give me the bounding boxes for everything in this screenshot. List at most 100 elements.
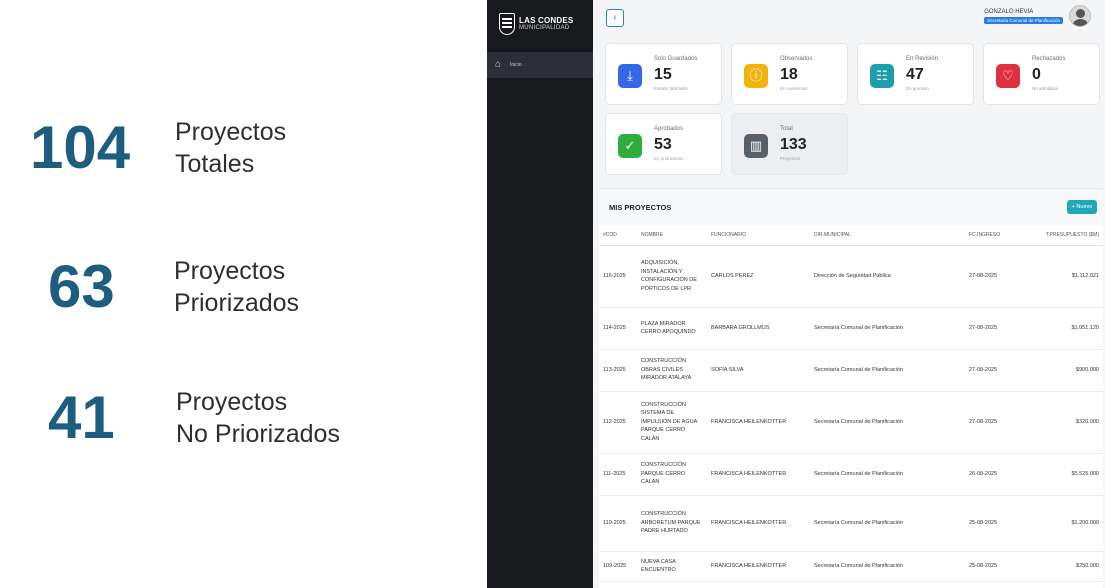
card-solo-guardados[interactable]: ⤓ Solo Guardados 15 Estado: Borrador (605, 43, 722, 105)
main-content: ‹ GONZALO HEVIA Secretaría Comunal de Pl… (593, 0, 1105, 588)
table-cell: FRANCISCA HEILENKOTTER (707, 581, 810, 588)
table-cell: Secretaría Comunal de Planificación (810, 349, 965, 392)
table-cell: Secretaría Comunal de Planificación (810, 453, 965, 496)
table-cell: 111-2025 (599, 453, 637, 496)
stat-label-line1: Proyectos (176, 387, 288, 416)
column-header[interactable]: FUNCIONARIO (707, 225, 810, 246)
bar-chart-icon: ▥ (744, 134, 768, 158)
stat-total: 104 Proyectos Totales (30, 113, 286, 182)
home-icon: ⌂ (495, 59, 502, 70)
table-row[interactable]: 111-2025 CONSTRUCCIÓN PARQUE CERRO CALÁN F… (599, 453, 1103, 496)
card-value: 15 (654, 66, 672, 83)
card-aprobados[interactable]: ✓ Aprobados 53 En priorización (605, 113, 722, 175)
logo[interactable]: LAS CONDES MUNICIPALIDAD (499, 13, 573, 35)
table-cell: $5.525.000 (1012, 453, 1103, 496)
logo-title: LAS CONDES (519, 16, 574, 25)
app-window: LAS CONDES MUNICIPALIDAD ⌂ Inicio ‹ GONZ… (487, 0, 1105, 588)
table-row[interactable]: 108-2025NUEVA CASAFRANCISCA HEILENKOTTER… (599, 581, 1103, 588)
table-cell: FRANCISCA HEILENKOTTER (707, 551, 810, 582)
table-cell: CONSTRUCCIÓN PARQUE CERRO CALÁN (637, 453, 707, 496)
table-cell: 116-2025 (599, 245, 637, 308)
table-row[interactable]: 114-2025 PLAZA MIRADOR CERRO APOQUINDO BAR… (599, 307, 1103, 350)
card-label: Aprobados (654, 126, 684, 132)
table-cell: 110-2025 (599, 495, 637, 552)
table-cell: Secretaría Comunal de Planificación (810, 581, 965, 588)
table-cell: Dirección de Seguridad Pública (810, 245, 965, 308)
table-header-row: #COD NOMBRE FUNCIONARIO DIR.MUNICIPAL FC… (599, 225, 1103, 246)
table-cell: $1.200.000 (1012, 495, 1103, 552)
table-cell: 27-08-2025 (965, 391, 1012, 454)
table-cell: ADQUISICIÓN, INSTALACIÓN Y CONFIGURACIÓN… (637, 245, 707, 308)
card-total[interactable]: ▥ Total 133 Proyectos (731, 113, 848, 175)
table-row[interactable]: 110-2025 CONSTRUCCIÓN ARBORETUM PARQUE PA… (599, 495, 1103, 552)
card-sub: En priorización (654, 156, 684, 161)
card-label: En Revisión (906, 56, 939, 62)
card-label: Rechazados (1032, 56, 1066, 62)
user-role-badge: Secretaría Comunal de Planificación (984, 16, 1063, 24)
new-project-button[interactable]: + Nuevo (1067, 200, 1097, 214)
table-cell: 27-08-2025 (965, 307, 1012, 350)
stat-total-label: Proyectos Totales (175, 116, 286, 180)
table-row[interactable]: 109-2025 NUEVA CASA ENCUENTRO FRANCISCA HE… (599, 551, 1103, 582)
table-row[interactable]: 113-2025 CONSTRUCCIÓN OBRAS CIVILES MIRAD… (599, 349, 1103, 392)
user-name: GONZALO HEVIA (984, 8, 1034, 15)
stat-total-value: 104 (30, 114, 131, 181)
card-sub: No admitidos (1032, 86, 1059, 91)
back-button[interactable]: ‹ (606, 9, 624, 27)
table-cell: 113-2025 (599, 349, 637, 392)
stat-not-prioritized-label: Proyectos No Priorizados (176, 386, 340, 450)
table-cell: Secretaría Comunal de Planificación (810, 495, 965, 552)
stat-not-prioritized: 41 Proyectos No Priorizados (48, 383, 340, 452)
reject-icon: ♡ (996, 64, 1020, 88)
card-observados[interactable]: ⓘ Observados 18 En corrección (731, 43, 848, 105)
card-sub: Estado: Borrador (654, 86, 689, 91)
stat-label-line2: Priorizados (174, 288, 300, 317)
card-en-revision[interactable]: ☷ En Revisión 47 En proceso (857, 43, 974, 105)
column-header[interactable]: #COD (599, 225, 637, 246)
column-header[interactable]: T.PRESUPUESTO ($M) (1012, 225, 1103, 246)
thumbs-up-icon: ✓ (618, 134, 642, 158)
stat-prioritized-value: 63 (48, 253, 115, 320)
table-cell: SOFÍA SILVA (707, 349, 810, 392)
table-cell: 25-08-2025 (965, 551, 1012, 582)
table-cell: FRANCISCA HEILENKOTTER (707, 495, 810, 552)
table-cell: FRANCISCA HEILENKOTTER (707, 453, 810, 496)
table-cell: PLAZA MIRADOR CERRO APOQUINDO (637, 307, 707, 350)
projects-header: MIS PROYECTOS + Nuevo (599, 189, 1103, 225)
card-value: 18 (780, 66, 798, 83)
projects-title: MIS PROYECTOS (609, 203, 672, 212)
card-rechazados[interactable]: ♡ Rechazados 0 No admitidos (983, 43, 1100, 105)
card-value: 133 (780, 136, 807, 153)
stat-label-line1: Proyectos (175, 117, 287, 146)
table-cell: CONSTRUCCIÓN ARBORETUM PARQUE PADRE HURT… (637, 495, 707, 552)
column-header[interactable]: NOMBRE (637, 225, 707, 246)
stat-label-line1: Proyectos (174, 256, 286, 285)
table-cell: $1.051.120 (1012, 307, 1103, 350)
user-menu[interactable]: GONZALO HEVIA Secretaría Comunal de Plan… (984, 5, 1091, 27)
table-cell: 109-2025 (599, 551, 637, 582)
card-label: Total (780, 126, 793, 132)
table-cell: 25-08-2025 (965, 495, 1012, 552)
card-sub: En corrección (780, 86, 808, 91)
stat-label-line2: Totales (175, 149, 255, 178)
column-header[interactable]: DIR.MUNICIPAL (810, 225, 965, 246)
table-row[interactable]: 112-2025 CONSTRUCCIÓN SISTEMA DE IMPULSIÓ… (599, 391, 1103, 454)
table-cell: Secretaría Comunal de Planificación (810, 307, 965, 350)
table-cell: $900.000 (1012, 349, 1103, 392)
table-cell: 114-2025 (599, 307, 637, 350)
table-row[interactable]: 116-2025 ADQUISICIÓN, INSTALACIÓN Y CONFI… (599, 245, 1103, 308)
card-value: 53 (654, 136, 672, 153)
table-cell: NUEVA CASA (637, 581, 707, 588)
table-cell: Secretaría Comunal de Planificación (810, 391, 965, 454)
column-header[interactable]: FC.INGRESO (965, 225, 1012, 246)
card-label: Observados (780, 56, 813, 62)
table-cell: 108-2025 (599, 581, 637, 588)
table-cell: Secretaría Comunal de Planificación (810, 551, 965, 582)
sidebar: LAS CONDES MUNICIPALIDAD ⌂ Inicio (487, 0, 593, 588)
chevron-left-icon: ‹ (613, 12, 617, 23)
avatar[interactable] (1069, 5, 1091, 27)
alert-icon: ⓘ (744, 64, 768, 88)
sidebar-item-inicio[interactable]: ⌂ Inicio (487, 52, 593, 78)
projects-panel: MIS PROYECTOS + Nuevo #COD NOMBRE FUNCIO… (599, 188, 1103, 588)
card-sub: En proceso (906, 86, 929, 91)
